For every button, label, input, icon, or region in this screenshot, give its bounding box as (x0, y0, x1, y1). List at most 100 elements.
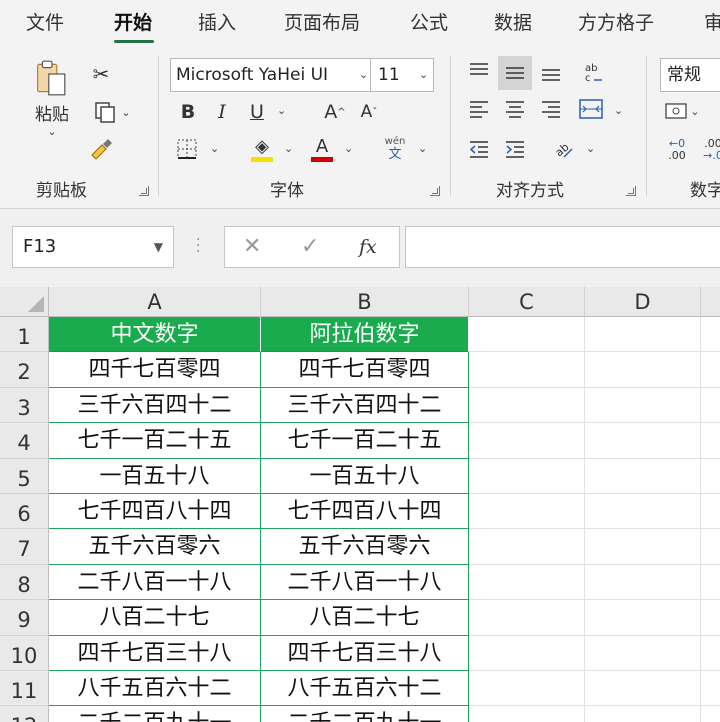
align-center-button[interactable] (502, 96, 528, 122)
cell-column-d[interactable] (585, 317, 701, 353)
cell-column-a[interactable]: 四千七百零四 (49, 352, 261, 388)
row-header[interactable]: 10 (0, 635, 49, 671)
cell-column-b[interactable]: 二千二百九十一 (261, 706, 469, 722)
font-launcher-icon[interactable] (430, 186, 440, 196)
row-header[interactable]: 3 (0, 387, 49, 424)
cell-column-a[interactable]: 七千四百八十四 (49, 494, 261, 530)
header-cell-chinese[interactable]: 中文数字 (49, 317, 261, 353)
row-header[interactable]: 8 (0, 564, 49, 601)
cell-column-b[interactable]: 五千六百零六 (261, 529, 469, 565)
cell-column-d[interactable] (585, 671, 701, 707)
cell-column-e[interactable] (701, 529, 720, 565)
cell-column-d[interactable] (585, 529, 701, 565)
row-header[interactable]: 12 (0, 706, 49, 722)
font-color-button[interactable]: A (308, 134, 336, 164)
orientation-button[interactable]: ab c (578, 58, 608, 88)
bold-button[interactable]: B (176, 98, 200, 126)
cell-column-b[interactable]: 四千七百零四 (261, 352, 469, 388)
accounting-format-button[interactable]: ⌄ (662, 98, 702, 124)
column-header-a[interactable]: A (49, 287, 261, 317)
cell-column-c[interactable] (469, 529, 585, 565)
cell-column-c[interactable] (469, 494, 585, 530)
row-header[interactable]: 9 (0, 600, 49, 636)
font-selector[interactable]: Microsoft YaHei UI ⌄ 11 ⌄ (170, 58, 434, 92)
cell-column-e[interactable] (701, 706, 720, 722)
cell-column-a[interactable]: 二千八百一十八 (49, 564, 261, 601)
cell-column-e[interactable] (701, 494, 720, 530)
border-dropdown-icon[interactable]: ⌄ (210, 142, 219, 155)
row-header[interactable]: 5 (0, 458, 49, 494)
cell-column-e[interactable] (701, 636, 720, 671)
cancel-formula-icon[interactable]: ✕ (243, 227, 261, 267)
align-top-button[interactable] (466, 58, 492, 84)
column-header-b[interactable]: B (261, 287, 469, 317)
cell-column-a[interactable]: 八千五百六十二 (49, 671, 261, 707)
cell-column-d[interactable] (585, 458, 701, 494)
align-right-button[interactable] (538, 96, 564, 122)
phonetic-guide-button[interactable]: wén 文 (380, 134, 410, 164)
cell-column-a[interactable]: 四千七百三十八 (49, 635, 261, 671)
row-header[interactable]: 4 (0, 423, 49, 459)
cell-column-d[interactable] (585, 387, 701, 424)
font-color-dropdown-icon[interactable]: ⌄ (344, 142, 353, 155)
decrease-font-button[interactable]: Aˇ (356, 98, 382, 126)
header-cell-arabic[interactable]: 阿拉伯数字 (261, 317, 469, 353)
cell-column-e[interactable] (701, 565, 720, 601)
cell-column-e[interactable] (701, 352, 720, 388)
row-header[interactable]: 7 (0, 529, 49, 565)
paste-button[interactable]: 粘贴 ⌄ (24, 58, 80, 138)
insert-function-icon[interactable]: fx (359, 227, 377, 267)
accounting-dropdown-icon[interactable]: ⌄ (690, 105, 699, 118)
cell-column-c[interactable] (469, 458, 585, 494)
cell-column-c[interactable] (469, 387, 585, 424)
tab-review[interactable]: 审 (704, 8, 720, 35)
cell-column-c[interactable] (469, 564, 585, 601)
tab-formulas[interactable]: 公式 (410, 8, 448, 35)
cell-column-a[interactable]: 一百五十八 (49, 458, 261, 494)
row-header[interactable]: 1 (0, 317, 49, 353)
cell-column-e[interactable] (701, 423, 720, 459)
cell-column-c[interactable] (469, 600, 585, 636)
copy-button[interactable]: ⌄ (86, 98, 138, 126)
tab-insert[interactable]: 插入 (198, 8, 236, 35)
cell-column-b[interactable]: 七千一百二十五 (261, 423, 469, 459)
cell-column-b[interactable]: 三千六百四十二 (261, 387, 469, 424)
underline-dropdown-icon[interactable]: ⌄ (277, 104, 286, 117)
cell-column-b[interactable]: 一百五十八 (261, 458, 469, 494)
cell-column-d[interactable] (585, 423, 701, 459)
row-header[interactable]: 2 (0, 352, 49, 388)
column-header-c[interactable]: C (469, 287, 585, 317)
row-header[interactable]: 11 (0, 671, 49, 707)
cell-column-d[interactable] (585, 706, 701, 722)
tab-home[interactable]: 开始 (114, 8, 152, 35)
cell-column-c[interactable] (469, 352, 585, 388)
align-bottom-button[interactable] (538, 60, 564, 86)
merge-center-button[interactable] (576, 96, 606, 122)
formula-bar-resize-handle[interactable]: · · · (196, 233, 200, 259)
phonetic-dropdown-icon[interactable]: ⌄ (418, 142, 427, 155)
tab-file[interactable]: 文件 (26, 8, 64, 35)
row-header[interactable]: 6 (0, 494, 49, 530)
select-all-button[interactable] (0, 287, 49, 317)
underline-button[interactable]: U (244, 98, 270, 126)
cell-column-e[interactable] (701, 317, 720, 353)
decrease-indent-button[interactable] (466, 136, 492, 162)
cell-column-a[interactable]: 二千二百九十一 (49, 706, 261, 722)
cell-column-c[interactable] (469, 706, 585, 722)
align-left-button[interactable] (466, 96, 492, 122)
font-name-input[interactable]: Microsoft YaHei UI (171, 59, 371, 91)
cell-column-e[interactable] (701, 459, 720, 494)
tab-data[interactable]: 数据 (494, 8, 532, 35)
decrease-decimal-button[interactable]: .00 →.0 (698, 134, 720, 166)
cell-column-d[interactable] (585, 635, 701, 671)
tab-fangfang-gezi[interactable]: 方方格子 (578, 8, 654, 35)
cell-column-a[interactable]: 三千六百四十二 (49, 387, 261, 424)
format-painter-button[interactable] (86, 136, 116, 164)
name-box-dropdown-icon[interactable]: ▼ (154, 227, 163, 267)
cell-column-d[interactable] (585, 352, 701, 388)
tab-page-layout[interactable]: 页面布局 (284, 8, 360, 35)
increase-decimal-button[interactable]: ←0 .00 (662, 134, 692, 166)
merge-dropdown-icon[interactable]: ⌄ (614, 104, 623, 117)
font-size-input[interactable]: 11 (374, 59, 414, 91)
cell-column-a[interactable]: 七千一百二十五 (49, 423, 261, 459)
